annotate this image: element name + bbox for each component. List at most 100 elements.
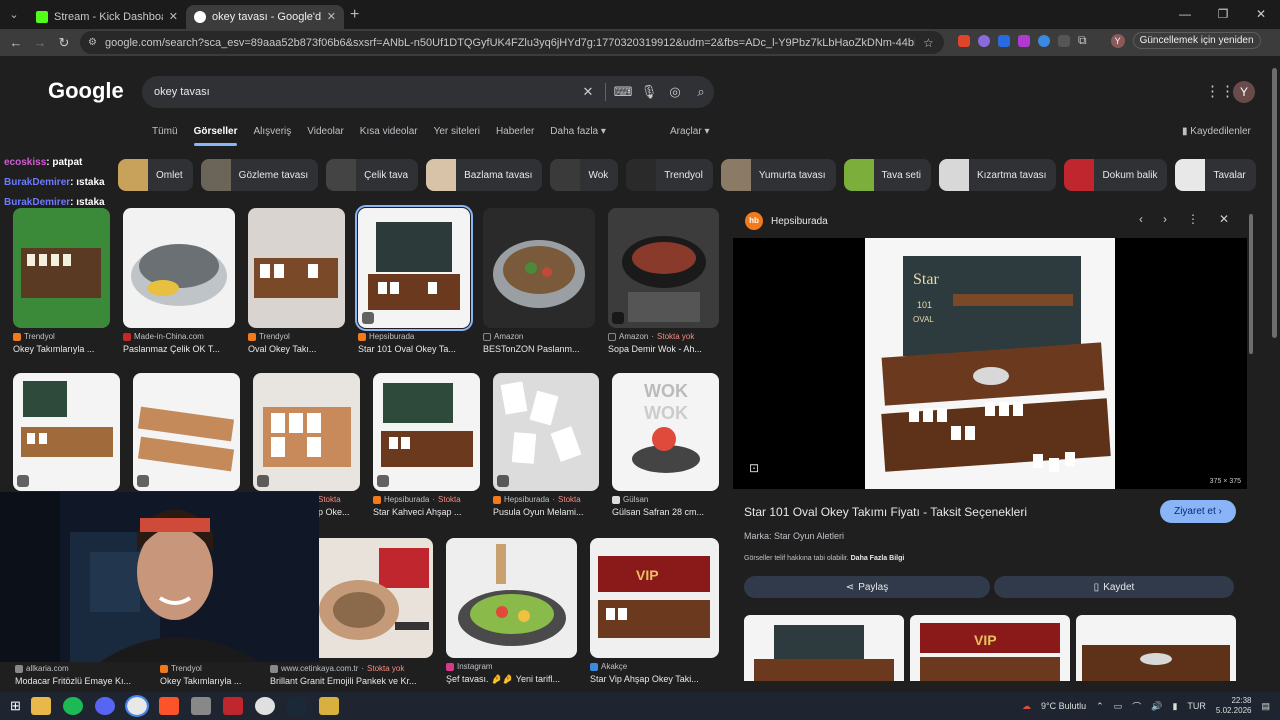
search-icon[interactable]: ⌕ xyxy=(688,84,714,100)
result-card[interactable] xyxy=(13,373,120,491)
result-image[interactable] xyxy=(13,373,120,491)
result-card[interactable]: Hepsiburada · Stokta Star Kahveci Ahşap … xyxy=(373,373,480,517)
weather-text[interactable]: 9°C Bulutlu xyxy=(1041,701,1086,711)
result-card[interactable]: Instagram Şef tavası. 🤌🤌 Yeni tarifl... xyxy=(446,538,577,685)
result-card[interactable]: Trendyol Okey Takımlarıyla ... xyxy=(13,208,110,354)
profile-avatar[interactable]: Y xyxy=(1110,33,1125,48)
new-tab-icon[interactable]: + xyxy=(350,6,359,24)
minimize-icon[interactable]: — xyxy=(1166,0,1204,29)
chip-wok[interactable]: Wok xyxy=(550,159,619,191)
battery-icon[interactable]: ▮ xyxy=(1172,701,1177,712)
result-title[interactable]: BESTonZON Paslanm... xyxy=(483,344,595,354)
tab-all[interactable]: Tümü xyxy=(152,126,178,137)
tab-kick-dashboard[interactable]: Stream - Kick Dashboard ✕ xyxy=(28,5,186,29)
extension-icon[interactable] xyxy=(1038,34,1050,47)
result-image[interactable] xyxy=(608,208,719,328)
result-image[interactable] xyxy=(253,373,360,491)
google-logo[interactable]: Google xyxy=(48,78,124,104)
clear-icon[interactable]: ✕ xyxy=(575,84,601,100)
tab-search-icon[interactable]: ⌄ xyxy=(0,0,28,29)
result-card-selected[interactable]: Hepsiburada Star 101 Oval Okey Ta... xyxy=(355,205,473,354)
result-image[interactable] xyxy=(133,373,240,491)
tab-videos[interactable]: Videolar xyxy=(307,126,344,137)
result-title[interactable]: Pusula Oyun Melami... xyxy=(493,507,599,517)
result-title[interactable]: Paslanmaz Çelik OK T... xyxy=(123,344,235,354)
result-card[interactable]: Amazon · Stokta yok Sopa Demir Wok - Ah.… xyxy=(608,208,719,354)
chip-tavalar[interactable]: Tavalar xyxy=(1175,159,1256,191)
preview-image-area[interactable]: Star 101 OVAL ⊡ 375 × 375 xyxy=(733,238,1247,489)
result-card[interactable]: VIP Akakçe Star Vip Ahşap Okey Taki... xyxy=(590,538,719,684)
close-panel-icon[interactable]: ✕ xyxy=(1219,212,1229,226)
tray-expand-icon[interactable]: ⌃ xyxy=(1096,701,1104,712)
tab-shopping[interactable]: Alışveriş xyxy=(253,126,291,137)
panel-title[interactable]: Star 101 Oval Okey Takımı Fiyatı - Taksi… xyxy=(744,505,1027,519)
result-caption[interactable]: allkaria.com Modacar Fritözlü Emaye Kı..… xyxy=(15,664,155,686)
result-image[interactable] xyxy=(13,208,110,328)
result-title[interactable]: Okey Takımlarıyla ... xyxy=(13,344,110,354)
result-title[interactable]: Star Vip Ahşap Okey Taki... xyxy=(590,674,719,684)
bookmark-star-icon[interactable]: ☆ xyxy=(923,36,934,50)
result-image[interactable] xyxy=(319,538,433,658)
display-icon[interactable]: ▭ xyxy=(1114,701,1123,712)
volume-icon[interactable]: 🔊 xyxy=(1151,701,1162,712)
obs-icon[interactable] xyxy=(254,697,275,715)
wifi-icon[interactable]: ⌒ xyxy=(1132,700,1141,713)
related-image[interactable] xyxy=(744,615,904,681)
chip-bazlama[interactable]: Bazlama tavası xyxy=(426,159,543,191)
page-scroll-thumb[interactable] xyxy=(1272,68,1277,338)
apps-grid-icon[interactable]: ⋮⋮ xyxy=(1205,82,1235,100)
chip-celik-tava[interactable]: Çelik tava xyxy=(326,159,419,191)
app-icon[interactable] xyxy=(318,697,339,715)
forward-icon[interactable]: → xyxy=(28,35,52,50)
result-image[interactable]: WOK WOK xyxy=(612,373,719,491)
close-window-icon[interactable]: ✕ xyxy=(1242,0,1280,29)
related-image[interactable]: VIP xyxy=(910,615,1070,681)
restore-icon[interactable]: ❐ xyxy=(1204,0,1242,29)
result-card[interactable] xyxy=(133,373,240,491)
tab-places[interactable]: Yer siteleri xyxy=(434,126,480,137)
more-options-icon[interactable]: ⋮ xyxy=(1187,212,1199,226)
update-button[interactable]: Güncellemek için yeniden xyxy=(1132,32,1261,49)
lens-icon[interactable]: ◎ xyxy=(662,84,688,100)
tab-news[interactable]: Haberler xyxy=(496,126,534,137)
notification-icon[interactable]: ▤ xyxy=(1261,701,1270,712)
chip-yumurta[interactable]: Yumurta tavası xyxy=(720,159,836,191)
result-card[interactable] xyxy=(319,538,433,658)
result-title[interactable]: Star 101 Oval Okey Ta... xyxy=(358,344,470,354)
save-button[interactable]: ▯ Kaydet xyxy=(994,576,1234,598)
chip-gozleme[interactable]: Gözleme tavası xyxy=(200,159,319,191)
result-image[interactable] xyxy=(483,208,595,328)
close-tab-icon[interactable]: ✕ xyxy=(327,10,336,23)
extension-icon[interactable] xyxy=(958,34,970,47)
tab-google-search[interactable]: okey tavası - Google'da Ara ✕ xyxy=(186,4,344,29)
chip-omlet[interactable]: Omlet xyxy=(118,159,193,191)
app-icon[interactable] xyxy=(222,697,243,715)
result-title[interactable]: Oval Okey Takı... xyxy=(248,344,345,354)
saved-button[interactable]: ▮ Kaydedilenler xyxy=(1182,126,1251,137)
tools-button[interactable]: Araçlar ▾ xyxy=(670,126,710,137)
address-bar[interactable]: ⚙ google.com/search?sca_esv=89aaa52b873f… xyxy=(80,31,944,54)
result-card[interactable]: WOK WOK Gülsan Gülsan Safran 28 cm... xyxy=(612,373,719,517)
site-info-icon[interactable]: ⚙ xyxy=(88,37,97,48)
result-image[interactable] xyxy=(355,205,473,331)
chip-tava-seti[interactable]: Tava seti xyxy=(843,159,931,191)
result-image[interactable]: VIP xyxy=(590,538,719,658)
clock[interactable]: 22:38 5.02.2026 xyxy=(1216,696,1252,716)
result-image[interactable] xyxy=(248,208,345,328)
puzzle-icon[interactable]: ⧉ xyxy=(1078,33,1087,48)
extension-icon[interactable] xyxy=(1058,34,1070,47)
next-icon[interactable]: › xyxy=(1163,212,1167,226)
chip-dokum-balik[interactable]: Dokum balik xyxy=(1064,159,1168,191)
panel-source[interactable]: hb Hepsiburada xyxy=(745,212,828,230)
visit-button[interactable]: Ziyaret et › xyxy=(1160,500,1236,523)
result-card[interactable]: Trendyol Oval Okey Takı... xyxy=(248,208,345,354)
file-explorer-icon[interactable] xyxy=(30,697,51,715)
panel-scrollbar[interactable] xyxy=(1248,214,1254,684)
discord-icon[interactable] xyxy=(94,697,115,715)
result-title[interactable]: Modacar Fritözlü Emaye Kı... xyxy=(15,676,155,686)
extension-icon[interactable] xyxy=(1018,34,1030,47)
result-title[interactable]: Şef tavası. 🤌🤌 Yeni tarifl... xyxy=(446,674,577,685)
tab-short-videos[interactable]: Kısa videolar xyxy=(360,126,418,137)
related-image[interactable] xyxy=(1076,615,1236,681)
result-caption[interactable]: www.cetinkaya.com.tr · Stokta yok Brilla… xyxy=(270,664,435,686)
